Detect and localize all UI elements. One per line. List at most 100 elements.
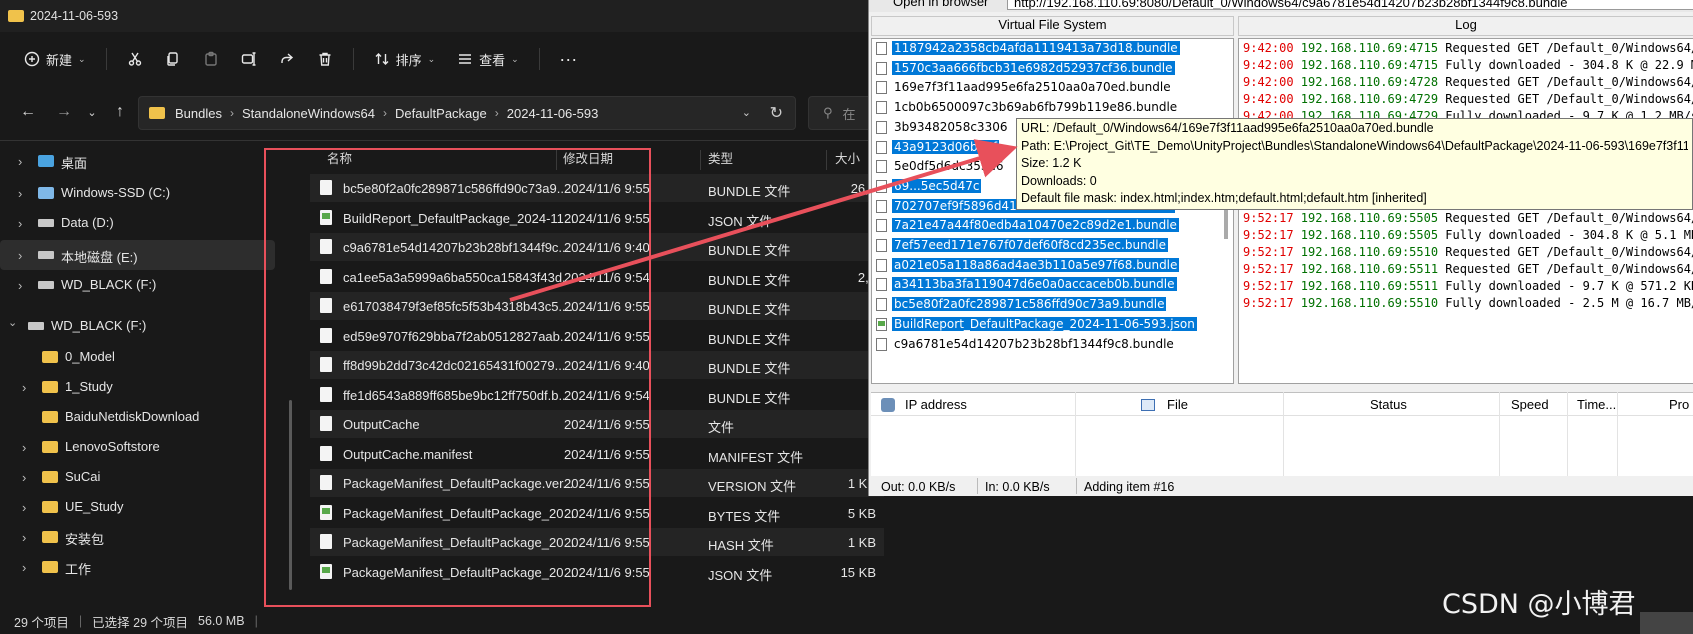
- chevron-down-icon[interactable]: ⌄: [8, 316, 17, 329]
- sidebar-item[interactable]: › 桌面: [0, 146, 275, 176]
- selected-count: 已选择 29 个项目: [92, 615, 188, 630]
- column-divider[interactable]: [700, 150, 701, 170]
- log-message: Fully downloaded - 9.7 K @ 571.2 KB/s: [1445, 279, 1693, 293]
- breadcrumb-item[interactable]: StandaloneWindows64: [242, 106, 375, 121]
- sidebar-item[interactable]: › LenovoSoftstore: [0, 432, 275, 462]
- navigation-row: ← → ⌄ ↑ Bundles › StandaloneWindows64 › …: [0, 92, 880, 132]
- sidebar-item[interactable]: › SuCai: [0, 462, 275, 492]
- cut-button[interactable]: [119, 43, 151, 75]
- rename-button[interactable]: [233, 43, 265, 75]
- sidebar-item-label: 0_Model: [65, 349, 115, 364]
- sidebar-item[interactable]: › Windows-SSD (C:): [0, 178, 275, 208]
- folder-icon: [8, 10, 24, 22]
- chevron-right-icon[interactable]: ›: [22, 530, 26, 545]
- column-header-type[interactable]: 类型: [708, 148, 733, 172]
- forward-arrow-icon[interactable]: →: [46, 97, 82, 127]
- breadcrumb-item[interactable]: Bundles: [175, 106, 222, 121]
- refresh-icon[interactable]: ↻: [770, 103, 783, 123]
- chevron-right-icon[interactable]: ›: [22, 470, 26, 485]
- recent-chevron-icon[interactable]: ⌄: [82, 97, 102, 127]
- delete-button[interactable]: [309, 43, 341, 75]
- sort-button[interactable]: 排序 ⌄: [366, 43, 444, 75]
- log-ip: 192.168.110.69:5511: [1300, 262, 1446, 276]
- chevron-right-icon[interactable]: ›: [22, 380, 26, 395]
- folder-icon: [42, 381, 58, 393]
- sidebar-item[interactable]: › 安装包: [0, 522, 275, 552]
- log-time: 9:52:17: [1243, 279, 1301, 293]
- vfs-item-name: 69...5ec5d47c: [892, 178, 982, 193]
- column-header-speed[interactable]: Speed: [1511, 397, 1549, 412]
- sidebar-item-label: LenovoSoftstore: [65, 439, 160, 454]
- chevron-right-icon[interactable]: ›: [22, 500, 26, 515]
- column-header-status[interactable]: Status: [1370, 397, 1407, 412]
- more-options-button[interactable]: ...: [552, 39, 586, 71]
- address-bar[interactable]: Bundles › StandaloneWindows64 › DefaultP…: [138, 96, 796, 130]
- sidebar-item[interactable]: BaiduNetdiskDownload: [0, 402, 275, 432]
- log-panel[interactable]: 9:42:00 192.168.110.69:4715 Requested GE…: [1238, 38, 1693, 384]
- back-arrow-icon[interactable]: ←: [10, 97, 46, 127]
- new-button[interactable]: 新建 ⌄: [16, 43, 94, 75]
- chevron-right-icon[interactable]: ›: [18, 278, 22, 293]
- log-time: 9:42:00: [1243, 58, 1301, 72]
- file-type: VERSION 文件: [708, 479, 797, 494]
- column-header-ip[interactable]: IP address: [905, 397, 967, 412]
- vfs-tree[interactable]: 1187942a2358cb4afda1119413a73d18.bundle 1…: [871, 38, 1234, 384]
- share-button[interactable]: [271, 43, 303, 75]
- column-header-time[interactable]: Time...: [1577, 397, 1616, 412]
- sidebar-item[interactable]: › UE_Study: [0, 492, 275, 522]
- chevron-right-icon[interactable]: ›: [18, 154, 22, 169]
- command-bar: 新建 ⌄ 排序 ⌄ 查看 ⌄ ...: [0, 40, 880, 78]
- sidebar-item[interactable]: › 本地磁盘 (E:): [0, 240, 275, 270]
- column-divider[interactable]: [826, 150, 827, 170]
- paste-button[interactable]: [195, 43, 227, 75]
- file-type: JSON 文件: [708, 567, 773, 583]
- breadcrumb-item[interactable]: 2024-11-06-593: [507, 106, 599, 121]
- log-message: Fully downloaded - 304.8 K @ 5.1 MB/s: [1445, 228, 1693, 242]
- url-field[interactable]: http://192.168.110.69:8080/Default_0/Win…: [1007, 0, 1693, 10]
- annotation-highlight-box: [264, 148, 651, 607]
- copy-button[interactable]: [157, 43, 189, 75]
- folder-icon: [42, 351, 58, 363]
- log-ip: 192.168.110.69:4728: [1300, 75, 1446, 89]
- vfs-item-name: 7ef57eed171e767f07def60f8cd235ec.bundle: [892, 238, 1169, 252]
- view-button[interactable]: 查看 ⌄: [449, 43, 527, 75]
- vfs-item-name: 5e0df5d6dc355e6: [894, 159, 1004, 174]
- log-time: 9:52:17: [1243, 245, 1301, 259]
- vfs-item-name: 3b93482058c3306: [894, 119, 1008, 134]
- chevron-right-icon[interactable]: ›: [22, 440, 26, 455]
- sidebar-item[interactable]: › WD_BLACK (F:): [0, 270, 275, 300]
- column-header-size[interactable]: 大小: [835, 148, 860, 172]
- column-header-progress[interactable]: Pro: [1669, 397, 1689, 412]
- sidebar-item[interactable]: › 工作: [0, 552, 275, 582]
- open-in-browser-button[interactable]: Open in browser: [893, 0, 988, 9]
- plus-circle-icon: [24, 51, 40, 67]
- file-icon: [876, 258, 887, 272]
- tooltip-line: Path: E:\Project_Git\TE_Demo\UnityProjec…: [1021, 138, 1688, 153]
- file-icon: [876, 179, 887, 193]
- column-header-file[interactable]: File: [1167, 397, 1188, 412]
- view-list-icon: [459, 54, 472, 64]
- log-line: 9:52:17 192.168.110.69:5510 Requested GE…: [1243, 245, 1693, 263]
- sidebar-item[interactable]: ⌄ WD_BLACK (F:): [0, 311, 275, 341]
- divider: [0, 140, 880, 141]
- sidebar-item[interactable]: › 1_Study: [0, 372, 275, 402]
- sidebar-item-label: 安装包: [65, 532, 105, 547]
- chevron-right-icon[interactable]: ›: [18, 248, 22, 263]
- log-message: Requested GET /Default_0/Windows64/c9: [1445, 41, 1693, 55]
- sidebar-item-label: WD_BLACK (F:): [61, 277, 157, 292]
- log-line: 9:42:00 192.168.110.69:4728 Requested GE…: [1243, 75, 1693, 93]
- share-icon: [280, 53, 293, 63]
- breadcrumb-item[interactable]: DefaultPackage: [395, 106, 487, 121]
- connections-list[interactable]: [871, 416, 1693, 476]
- file-type: BUNDLE 文件: [708, 272, 791, 288]
- file-icon: [876, 337, 887, 351]
- chevron-right-icon[interactable]: ›: [18, 186, 22, 201]
- log-ip: 192.168.110.69:5505: [1300, 228, 1446, 242]
- up-arrow-icon[interactable]: ↑: [102, 97, 138, 127]
- log-ip: 192.168.110.69:5505: [1300, 211, 1446, 225]
- chevron-right-icon[interactable]: ›: [22, 560, 26, 575]
- sidebar-item[interactable]: › Data (D:): [0, 208, 275, 238]
- sidebar-item[interactable]: 0_Model: [0, 342, 275, 372]
- chevron-right-icon[interactable]: ›: [18, 216, 22, 231]
- address-history-chevron-icon[interactable]: ⌄: [742, 106, 751, 119]
